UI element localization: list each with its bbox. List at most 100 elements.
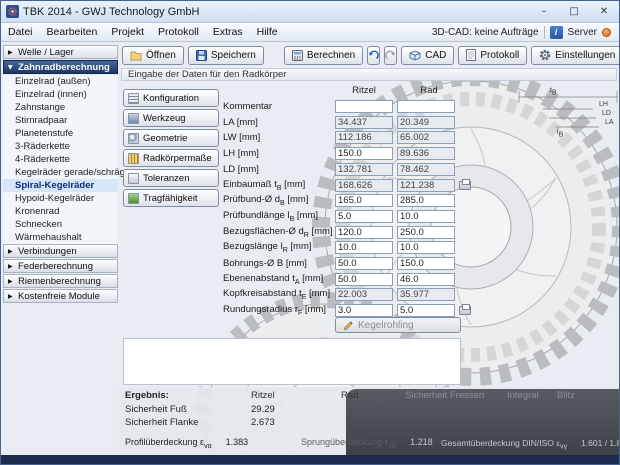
sidebar-item-schnecken[interactable]: Schnecken xyxy=(3,218,118,231)
sidebar-item-spiral-kegelraeder[interactable]: Spiral-Kegelräder xyxy=(3,179,118,192)
save-button[interactable]: Speichern xyxy=(188,46,264,65)
werkzeug-button[interactable]: Werkzeug xyxy=(123,109,219,127)
bezugslaenge-ritzel-input[interactable] xyxy=(335,241,393,254)
save-disk-icon xyxy=(196,50,207,61)
lw-rad-input[interactable] xyxy=(397,131,455,144)
sidebar-item-einzelrad-aussen[interactable]: Einzelrad (außen) xyxy=(3,75,118,88)
open-button[interactable]: Öffnen xyxy=(122,46,184,65)
kommentar-ritzel-input[interactable] xyxy=(335,100,393,113)
dimension-label-lh: LH xyxy=(599,101,608,110)
protocol-button[interactable]: Protokoll xyxy=(458,46,527,65)
strength-icon xyxy=(128,193,139,204)
la-rad-input[interactable] xyxy=(397,116,455,129)
sidebar: ▶Welle / Lager▼ZahnradberechnungEinzelra… xyxy=(3,45,118,304)
chevron-right-icon: ▶ xyxy=(8,263,15,270)
results-label-integral: Integral xyxy=(507,390,539,401)
kopfkreisabstand-rad-input[interactable] xyxy=(397,288,455,301)
dimension-label-tb: tB xyxy=(550,87,557,96)
ebenenabstand-label: Ebenenabstand tA [mm] xyxy=(223,273,335,286)
maximize-button[interactable]: □ xyxy=(559,1,589,22)
ebenenabstand-rad-input[interactable] xyxy=(397,273,455,286)
chevron-right-icon: ▶ xyxy=(8,49,15,56)
chevron-right-icon: ▶ xyxy=(8,278,15,285)
kopfkreisabstand-ritzel-input[interactable] xyxy=(335,288,393,301)
sidebar-section-zahnradberechnung[interactable]: ▼Zahnradberechnung xyxy=(3,60,118,74)
rundungsradius-label: Rundungsradius rF [mm] xyxy=(223,304,335,317)
lh-rad-input[interactable] xyxy=(397,147,455,160)
menubar-separator xyxy=(544,26,545,39)
print-icon[interactable] xyxy=(459,181,471,190)
radkoerpermasse-button[interactable]: Radkörpermaße xyxy=(123,149,219,167)
sidebar-item-einzelrad-innen[interactable]: Einzelrad (innen) xyxy=(3,88,118,101)
cad-cube-icon xyxy=(409,50,421,61)
menu-protokoll[interactable]: Protokoll xyxy=(151,23,206,41)
sidebar-item-zahnstange[interactable]: Zahnstange xyxy=(3,101,118,114)
side-button-group: Konfiguration Werkzeug Geometrie Radkörperm… xyxy=(123,89,221,209)
sidebar-item-stirnradpaar[interactable]: Stirnradpaar xyxy=(3,114,118,127)
calculate-button[interactable]: Berechnen xyxy=(284,46,363,65)
sidebar-item-kegelraeder-gerade-schraeg[interactable]: Kegelräder gerade/schräg xyxy=(3,166,118,179)
toleranzen-button[interactable]: Toleranzen xyxy=(123,169,219,187)
section-header: Eingabe der Daten für den Radkörper xyxy=(121,68,617,81)
sidebar-item-hypoid-kegelraeder[interactable]: Hypoid-Kegelräder xyxy=(3,192,118,205)
pruefbundlaenge-rad-input[interactable] xyxy=(397,210,455,223)
bohrungs-d-rad-input[interactable] xyxy=(397,257,455,270)
minimize-button[interactable]: – xyxy=(529,1,559,22)
pruefbund-d-ritzel-input[interactable] xyxy=(335,194,393,207)
menu-projekt[interactable]: Projekt xyxy=(104,23,151,41)
lw-ritzel-input[interactable] xyxy=(335,131,393,144)
konfiguration-button[interactable]: Konfiguration xyxy=(123,89,219,107)
ld-label: LD [mm] xyxy=(223,164,335,175)
bezugsflaechen-d-rad-input[interactable] xyxy=(397,226,455,239)
sidebar-section-federberechnung[interactable]: ▶Federberechnung xyxy=(3,259,118,273)
pruefbund-d-rad-input[interactable] xyxy=(397,194,455,207)
ld-rad-input[interactable] xyxy=(397,163,455,176)
menu-hilfe[interactable]: Hilfe xyxy=(250,23,285,41)
print-icon[interactable] xyxy=(459,306,471,315)
sidebar-section-verbindungen[interactable]: ▶Verbindungen xyxy=(3,244,118,258)
sidebar-item-planetenstufe[interactable]: Planetenstufe xyxy=(3,127,118,140)
bohrungs-d-ritzel-input[interactable] xyxy=(335,257,393,270)
sidebar-item-kronenrad[interactable]: Kronenrad xyxy=(3,205,118,218)
geometrie-button[interactable]: Geometrie xyxy=(123,129,219,147)
ebenenabstand-ritzel-input[interactable] xyxy=(335,273,393,286)
cad-button[interactable]: CAD xyxy=(401,46,454,65)
bezugsflaechen-d-ritzel-input[interactable] xyxy=(335,226,393,239)
menu-datei[interactable]: Datei xyxy=(1,23,40,41)
kopfkreisabstand-label: Kopfkreisabstand tE [mm] xyxy=(223,288,335,301)
sidebar-section-kostenfreie-module[interactable]: ▶Kostenfreie Module xyxy=(3,289,118,303)
dimension-label-la: LA xyxy=(605,119,614,128)
la-ritzel-input[interactable] xyxy=(335,116,393,129)
message-area xyxy=(123,338,461,385)
bezugslaenge-rad-input[interactable] xyxy=(397,241,455,254)
lh-ritzel-input[interactable] xyxy=(335,147,393,160)
info-icon[interactable]: i xyxy=(550,26,563,39)
kommentar-rad-input[interactable] xyxy=(397,100,455,113)
rundungsradius-rad-input[interactable] xyxy=(397,304,455,317)
tragfaehigkeit-button[interactable]: Tragfähigkeit xyxy=(123,189,219,207)
settings-button[interactable]: Einstellungen xyxy=(531,46,620,65)
sidebar-item-waermehaushalt[interactable]: Wärmehaushalt xyxy=(3,231,118,244)
einbaumass-ritzel-input[interactable] xyxy=(335,179,393,192)
sidebar-section-riemenberechnung[interactable]: ▶Riemenberechnung xyxy=(3,274,118,288)
metric-sprunguberdeckung: Sprungüberdeckung εvβ1.218 xyxy=(301,437,433,450)
result-row-label: Sicherheit Flanke xyxy=(125,417,198,428)
sidebar-section-welle-lager[interactable]: ▶Welle / Lager xyxy=(3,45,118,59)
kegelrohling-button[interactable]: Kegelrohling xyxy=(335,317,461,333)
einbaumass-rad-input[interactable] xyxy=(397,179,455,192)
open-folder-icon xyxy=(130,50,142,61)
undo-button[interactable] xyxy=(367,46,380,65)
close-button[interactable]: ✕ xyxy=(589,1,619,22)
sidebar-item-4-raederkette[interactable]: 4-Räderkette xyxy=(3,153,118,166)
results-col-ritzel: Ritzel xyxy=(251,390,275,401)
ld-ritzel-input[interactable] xyxy=(335,163,393,176)
sidebar-item-3-raederkette[interactable]: 3-Räderkette xyxy=(3,140,118,153)
app-icon xyxy=(6,5,19,18)
menubar: DateiBearbeitenProjektProtokollExtrasHil… xyxy=(1,23,619,42)
redo-button[interactable] xyxy=(384,46,397,65)
server-status-dot xyxy=(602,28,611,37)
menu-extras[interactable]: Extras xyxy=(206,23,250,41)
rundungsradius-ritzel-input[interactable] xyxy=(335,304,393,317)
menu-bearbeiten[interactable]: Bearbeiten xyxy=(40,23,105,41)
pruefbundlaenge-ritzel-input[interactable] xyxy=(335,210,393,223)
